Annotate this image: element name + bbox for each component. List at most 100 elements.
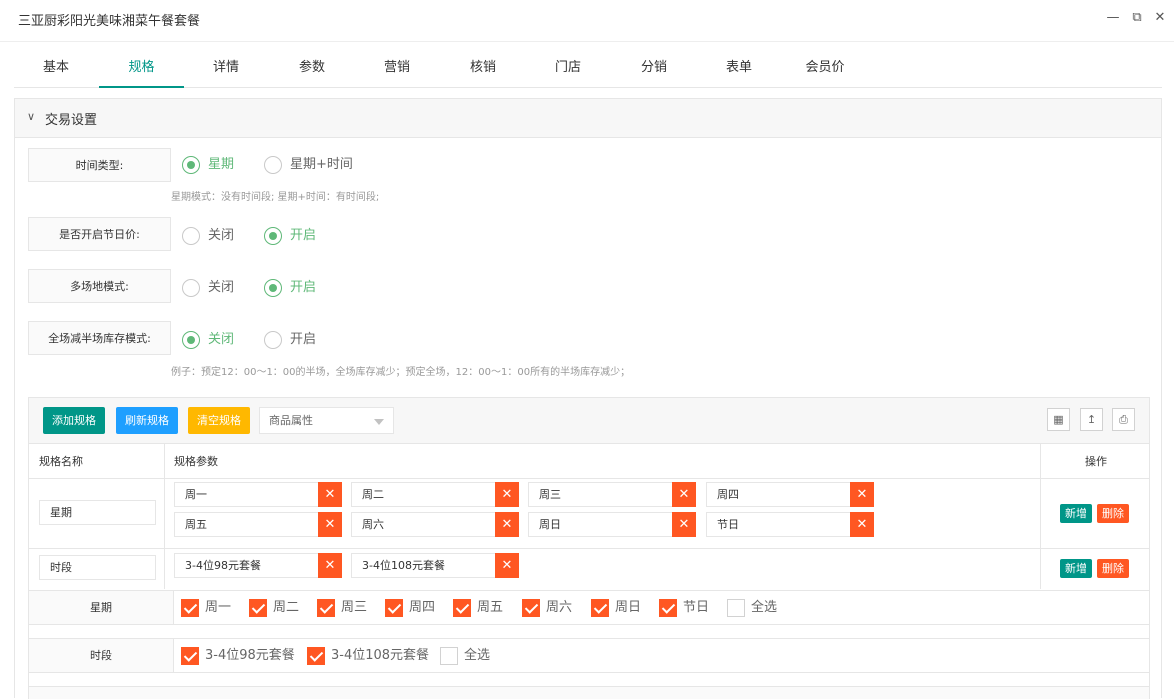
time-type-hint: 星期模式：没有时间段; 星期+时间：有时间段; bbox=[171, 192, 380, 203]
tab-verify[interactable]: 核销 bbox=[455, 48, 511, 88]
param-value[interactable]: 3-4位98元套餐 bbox=[174, 553, 319, 578]
checkbox-fri[interactable]: 周五 bbox=[453, 599, 503, 617]
window-title: 三亚厨彩阳光美味湘菜午餐套餐 bbox=[18, 14, 201, 29]
tab-store[interactable]: 门店 bbox=[540, 48, 596, 88]
checkbox-sun[interactable]: 周日 bbox=[591, 599, 641, 617]
spec-param-chip: 周二 ✕ bbox=[351, 482, 519, 507]
checkbox-icon bbox=[385, 599, 403, 617]
tab-member-price[interactable]: 会员价 bbox=[797, 48, 853, 88]
delete-spec-button[interactable]: 删除 bbox=[1097, 559, 1129, 578]
minimize-icon[interactable]: — bbox=[1105, 10, 1121, 26]
tab-basic[interactable]: 基本 bbox=[28, 48, 84, 88]
radio-label: 关闭 bbox=[208, 228, 235, 243]
checkbox-label: 周日 bbox=[615, 600, 642, 615]
param-value[interactable]: 周四 bbox=[706, 482, 851, 507]
remove-icon[interactable]: ✕ bbox=[495, 553, 519, 578]
refresh-spec-button[interactable]: 刷新规格 bbox=[116, 407, 178, 434]
tab-params[interactable]: 参数 bbox=[284, 48, 340, 88]
tab-detail[interactable]: 详情 bbox=[198, 48, 254, 88]
param-value[interactable]: 周六 bbox=[351, 512, 496, 537]
checkbox-select-all[interactable]: 全选 bbox=[727, 599, 777, 617]
radio-label: 开启 bbox=[290, 280, 317, 295]
divider bbox=[164, 444, 165, 589]
param-value[interactable]: 周一 bbox=[174, 482, 319, 507]
remove-icon[interactable]: ✕ bbox=[672, 512, 696, 537]
spec-param-chip: 周三 ✕ bbox=[528, 482, 696, 507]
header-spec-name: 规格名称 bbox=[39, 455, 83, 468]
radio-icon bbox=[264, 331, 282, 349]
multi-venue-on-radio[interactable]: 开启 bbox=[264, 278, 316, 298]
tab-form[interactable]: 表单 bbox=[711, 48, 767, 88]
checkbox-period-98[interactable]: 3-4位98元套餐 bbox=[181, 647, 295, 665]
stock-mode-off-radio[interactable]: 关闭 bbox=[182, 330, 234, 350]
spec-param-chip: 节日 ✕ bbox=[706, 512, 874, 537]
checkbox-tue[interactable]: 周二 bbox=[249, 599, 299, 617]
remove-icon[interactable]: ✕ bbox=[495, 512, 519, 537]
checkbox-label: 3-4位98元套餐 bbox=[205, 648, 295, 663]
checkbox-icon bbox=[440, 647, 458, 665]
spec-param-chip: 3-4位108元套餐 ✕ bbox=[351, 553, 519, 578]
checkbox-mon[interactable]: 周一 bbox=[181, 599, 231, 617]
week-checkbox-row: 星期 周一 周二 周三 周四 周五 周六 周日 节日 全选 bbox=[28, 590, 1150, 625]
stock-mode-label: 全场减半场库存模式: bbox=[28, 321, 171, 355]
holiday-price-on-radio[interactable]: 开启 bbox=[264, 226, 316, 246]
multi-venue-off-radio[interactable]: 关闭 bbox=[182, 278, 234, 298]
time-type-label: 时间类型: bbox=[28, 148, 171, 182]
tab-distribution[interactable]: 分销 bbox=[626, 48, 682, 88]
remove-icon[interactable]: ✕ bbox=[850, 512, 874, 537]
checkbox-sat[interactable]: 周六 bbox=[522, 599, 572, 617]
delete-spec-button[interactable]: 删除 bbox=[1097, 504, 1129, 523]
spec-param-chip: 周五 ✕ bbox=[174, 512, 342, 537]
caret-down-icon bbox=[374, 419, 384, 425]
print-icon[interactable]: ⎙ bbox=[1112, 408, 1135, 431]
panel-header[interactable]: ∨ 交易设置 bbox=[15, 99, 1161, 138]
time-type-week-time-radio[interactable]: 星期+时间 bbox=[264, 155, 353, 175]
remove-icon[interactable]: ✕ bbox=[318, 512, 342, 537]
param-value[interactable]: 3-4位108元套餐 bbox=[351, 553, 496, 578]
checkbox-icon bbox=[453, 599, 471, 617]
checkbox-label: 3-4位108元套餐 bbox=[331, 648, 430, 663]
divider bbox=[29, 548, 1149, 549]
spec-name-input[interactable]: 星期 bbox=[39, 500, 156, 525]
remove-icon[interactable]: ✕ bbox=[495, 482, 519, 507]
add-spec-button[interactable]: 添加规格 bbox=[43, 407, 105, 434]
maximize-icon[interactable]: ⧉ bbox=[1129, 10, 1145, 26]
remove-icon[interactable]: ✕ bbox=[318, 482, 342, 507]
spec-param-chip: 周一 ✕ bbox=[174, 482, 342, 507]
radio-icon bbox=[264, 156, 282, 174]
add-param-button[interactable]: 新增 bbox=[1060, 559, 1092, 578]
time-type-week-radio[interactable]: 星期 bbox=[182, 155, 234, 175]
attribute-select[interactable]: 商品属性 bbox=[259, 407, 394, 434]
add-param-button[interactable]: 新增 bbox=[1060, 504, 1092, 523]
checkbox-label: 全选 bbox=[464, 648, 491, 663]
tab-spec[interactable]: 规格 bbox=[99, 48, 184, 88]
clear-spec-button[interactable]: 清空规格 bbox=[188, 407, 250, 434]
remove-icon[interactable]: ✕ bbox=[672, 482, 696, 507]
close-icon[interactable]: ✕ bbox=[1152, 10, 1168, 26]
checkbox-thu[interactable]: 周四 bbox=[385, 599, 435, 617]
remove-icon[interactable]: ✕ bbox=[850, 482, 874, 507]
holiday-price-off-radio[interactable]: 关闭 bbox=[182, 226, 234, 246]
radio-icon bbox=[264, 227, 282, 245]
param-value[interactable]: 周三 bbox=[528, 482, 673, 507]
checkbox-wed[interactable]: 周三 bbox=[317, 599, 367, 617]
checkbox-label: 周三 bbox=[341, 600, 368, 615]
param-value[interactable]: 周日 bbox=[528, 512, 673, 537]
checkbox-period-select-all[interactable]: 全选 bbox=[440, 647, 490, 665]
period-check-label: 时段 bbox=[29, 639, 174, 672]
param-value[interactable]: 周二 bbox=[351, 482, 496, 507]
stock-mode-on-radio[interactable]: 开启 bbox=[264, 330, 316, 350]
param-value[interactable]: 节日 bbox=[706, 512, 851, 537]
tab-marketing[interactable]: 营销 bbox=[369, 48, 425, 88]
checkbox-holiday[interactable]: 节日 bbox=[659, 599, 709, 617]
remove-icon[interactable]: ✕ bbox=[318, 553, 342, 578]
param-value[interactable]: 周五 bbox=[174, 512, 319, 537]
export-icon[interactable]: ↥ bbox=[1080, 408, 1103, 431]
spec-param-chip: 3-4位98元套餐 ✕ bbox=[174, 553, 342, 578]
week-check-label: 星期 bbox=[29, 591, 174, 624]
radio-label: 开启 bbox=[290, 332, 317, 347]
period-checkbox-row: 时段 3-4位98元套餐 3-4位108元套餐 全选 bbox=[28, 638, 1150, 673]
spec-name-input[interactable]: 时段 bbox=[39, 555, 156, 580]
checkbox-period-108[interactable]: 3-4位108元套餐 bbox=[307, 647, 429, 665]
columns-icon[interactable]: ▦ bbox=[1047, 408, 1070, 431]
